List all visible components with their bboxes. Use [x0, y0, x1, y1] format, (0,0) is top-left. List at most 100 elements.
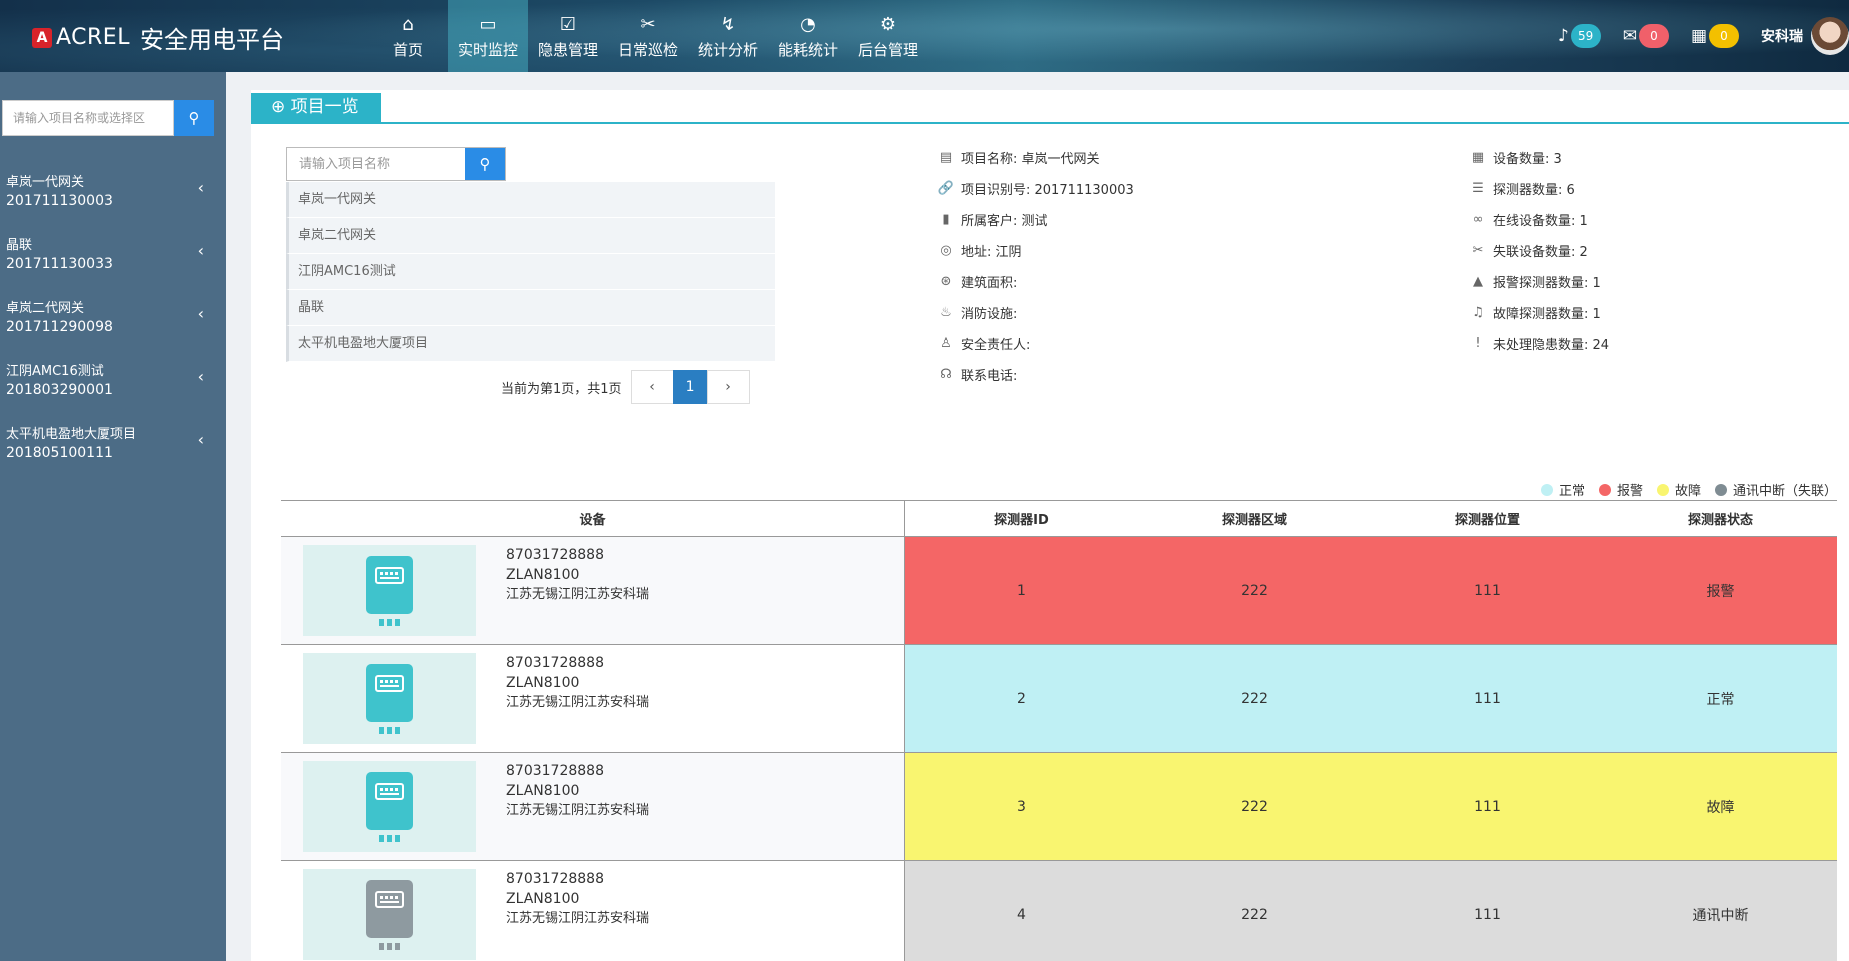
clipboard-check-icon: ☑: [559, 13, 577, 35]
project-list: 卓岚一代网关 卓岚二代网关 江阴AMC16测试 晶联 太平机电盈地大厦项目: [286, 182, 775, 362]
project-list-item[interactable]: 卓岚二代网关: [286, 218, 775, 254]
device-address: 江苏无锡江阴江苏安科瑞: [506, 911, 650, 926]
legend-dot: [1714, 483, 1727, 496]
legend-label: 正常: [1558, 484, 1585, 499]
sidebar-item-code: 201805100111: [6, 445, 113, 461]
info-row: ▤ 项目名称: 卓岚一代网关: [935, 142, 1134, 173]
legend-item: 报警: [1598, 480, 1643, 499]
info-text: 项目名称: 卓岚一代网关: [961, 152, 1100, 167]
project-search-button[interactable]: ⚲: [465, 148, 505, 180]
messages-button[interactable]: ✉ 0: [1623, 24, 1669, 48]
col-device: 设备: [281, 501, 905, 536]
nav-item-0[interactable]: ⌂ 首页: [368, 0, 448, 72]
detector-cells: 1 222 111 报警: [905, 537, 1837, 644]
detector-position: 111: [1474, 582, 1501, 599]
chevron-left-icon[interactable]: ‹: [198, 241, 204, 260]
logo[interactable]: A ACREL 安全用电平台: [32, 20, 284, 55]
device-info: 87031728888 ZLAN8100 江苏无锡江阴江苏安科瑞: [506, 545, 649, 605]
overview-icon: ⊕: [271, 97, 286, 117]
person-icon: ♙: [940, 336, 952, 351]
table-row[interactable]: 87031728888 ZLAN8100 江苏无锡江阴江苏安科瑞 4 222 111 通讯中…: [281, 861, 1837, 961]
device-info: 87031728888 ZLAN8100 江苏无锡江阴江苏安科瑞: [506, 869, 649, 929]
sidebar-item[interactable]: 太平机电盈地大厦项目 201805100111 ‹: [0, 412, 226, 475]
bell-icon: ♫: [1472, 305, 1484, 320]
sidebar-search-input[interactable]: [2, 100, 174, 136]
acrel-logo-icon: A: [32, 27, 52, 48]
detector-area: 222: [1241, 906, 1268, 923]
page-1-button[interactable]: 1: [672, 370, 708, 404]
user-name[interactable]: 安科瑞: [1761, 26, 1803, 46]
info-row: ▦ 设备数量: 3: [1467, 142, 1609, 173]
message-badge: 0: [1638, 24, 1669, 48]
next-page-button[interactable]: ›: [706, 370, 750, 404]
meter-icon: [366, 664, 413, 734]
sidebar-item[interactable]: 卓岚一代网关 201711130003 ‹: [0, 160, 226, 223]
table-body: 87031728888 ZLAN8100 江苏无锡江阴江苏安科瑞 1 222 111 报警 8…: [281, 537, 1837, 961]
table-row[interactable]: 87031728888 ZLAN8100 江苏无锡江阴江苏安科瑞 2 222 111 正常: [281, 645, 1837, 753]
tab-project-overview[interactable]: ⊕ 项目一览: [251, 93, 381, 122]
nav-item-2[interactable]: ☑ 隐患管理: [528, 0, 608, 72]
legend-dot: [1598, 483, 1611, 496]
table-row[interactable]: 87031728888 ZLAN8100 江苏无锡江阴江苏安科瑞 3 222 111 故障: [281, 753, 1837, 861]
monitor-icon: ▭: [479, 13, 497, 35]
table-row[interactable]: 87031728888 ZLAN8100 江苏无锡江阴江苏安科瑞 1 222 111 报警: [281, 537, 1837, 645]
device-model: ZLAN8100: [506, 567, 580, 583]
nav-label: 统计分析: [697, 40, 758, 59]
chevron-left-icon[interactable]: ‹: [198, 367, 204, 386]
headset-icon: ☊: [940, 367, 952, 382]
chevron-left-icon[interactable]: ‹: [198, 304, 204, 323]
prev-page-button[interactable]: ‹: [630, 370, 674, 404]
legend-item: 正常: [1540, 480, 1585, 499]
project-list-item[interactable]: 晶联: [286, 290, 775, 326]
nav-label: 实时监控: [457, 40, 518, 59]
tasks-button[interactable]: ▦ 0: [1691, 24, 1739, 48]
project-info-left: ▤ 项目名称: 卓岚一代网关 🔗 项目识别号: 201711130003 ▮ 所属客户: …: [935, 142, 1134, 390]
brand-name: ACREL: [56, 25, 130, 50]
chevron-left-icon[interactable]: ‹: [198, 178, 204, 197]
project-list-item[interactable]: 江阴AMC16测试: [286, 254, 775, 290]
bell-icon: ♪: [1557, 26, 1569, 46]
detector-position: 111: [1474, 690, 1501, 707]
info-text: 失联设备数量: 2: [1493, 245, 1588, 260]
status-legend: 正常 报警 故障 通讯中断（失联）: [1527, 480, 1837, 499]
main-panel: ⊕ 项目一览 ⚲ 卓岚一代网关卓岚二代网关江阴AMC16测试晶联太平机电盈地大厦…: [251, 90, 1849, 961]
nav-item-5[interactable]: ◔ 能耗统计: [768, 0, 848, 72]
location-icon: ◎: [940, 243, 952, 258]
tools-icon: ✂: [640, 13, 656, 35]
chevron-left-icon[interactable]: ‹: [198, 430, 204, 449]
legend-label: 故障: [1674, 484, 1701, 499]
sidebar-item[interactable]: 晶联 201711130033 ‹: [0, 223, 226, 286]
notifications-button[interactable]: ♪ 59: [1558, 24, 1601, 48]
info-row: ! 未处理隐患数量: 24: [1467, 328, 1609, 359]
sidebar-item[interactable]: 卓岚二代网关 201711290098 ‹: [0, 286, 226, 349]
info-text: 项目识别号: 201711130003: [961, 183, 1134, 198]
detector-status: 通讯中断: [1692, 907, 1749, 924]
sidebar-search-button[interactable]: ⚲: [174, 100, 214, 136]
detector-status: 正常: [1706, 691, 1735, 708]
detector-area: 222: [1241, 798, 1268, 815]
sidebar-item-name: 卓岚二代网关: [6, 301, 85, 316]
legend-dot: [1540, 483, 1553, 496]
nav-item-6[interactable]: ⚙ 后台管理: [848, 0, 928, 72]
device-model: ZLAN8100: [506, 891, 580, 907]
info-row: 🔗 项目识别号: 201711130003: [935, 173, 1134, 204]
meter-icon: [366, 880, 413, 950]
avatar[interactable]: [1811, 17, 1849, 55]
project-list-item[interactable]: 卓岚一代网关: [286, 182, 775, 218]
project-search-input[interactable]: [287, 148, 465, 180]
nav-item-4[interactable]: ↯ 统计分析: [688, 0, 768, 72]
search-icon: ⚲: [479, 155, 491, 173]
sidebar-item[interactable]: 江阴AMC16测试 201803290001 ‹: [0, 349, 226, 412]
detector-status: 故障: [1706, 799, 1735, 816]
project-list-item[interactable]: 太平机电盈地大厦项目: [286, 326, 775, 362]
mail-icon: ✉: [1622, 26, 1637, 46]
info-row: ♨ 消防设施:: [935, 297, 1134, 328]
device-image: [303, 869, 476, 960]
sidebar-item-code: 201803290001: [6, 382, 113, 398]
device-info: 87031728888 ZLAN8100 江苏无锡江阴江苏安科瑞: [506, 761, 649, 821]
detector-position: 111: [1474, 906, 1501, 923]
nav-item-3[interactable]: ✂ 日常巡检: [608, 0, 688, 72]
nav-item-1[interactable]: ▭ 实时监控: [448, 0, 528, 72]
legend-dot: [1656, 483, 1669, 496]
info-row: ♫ 故障探测器数量: 1: [1467, 297, 1609, 328]
